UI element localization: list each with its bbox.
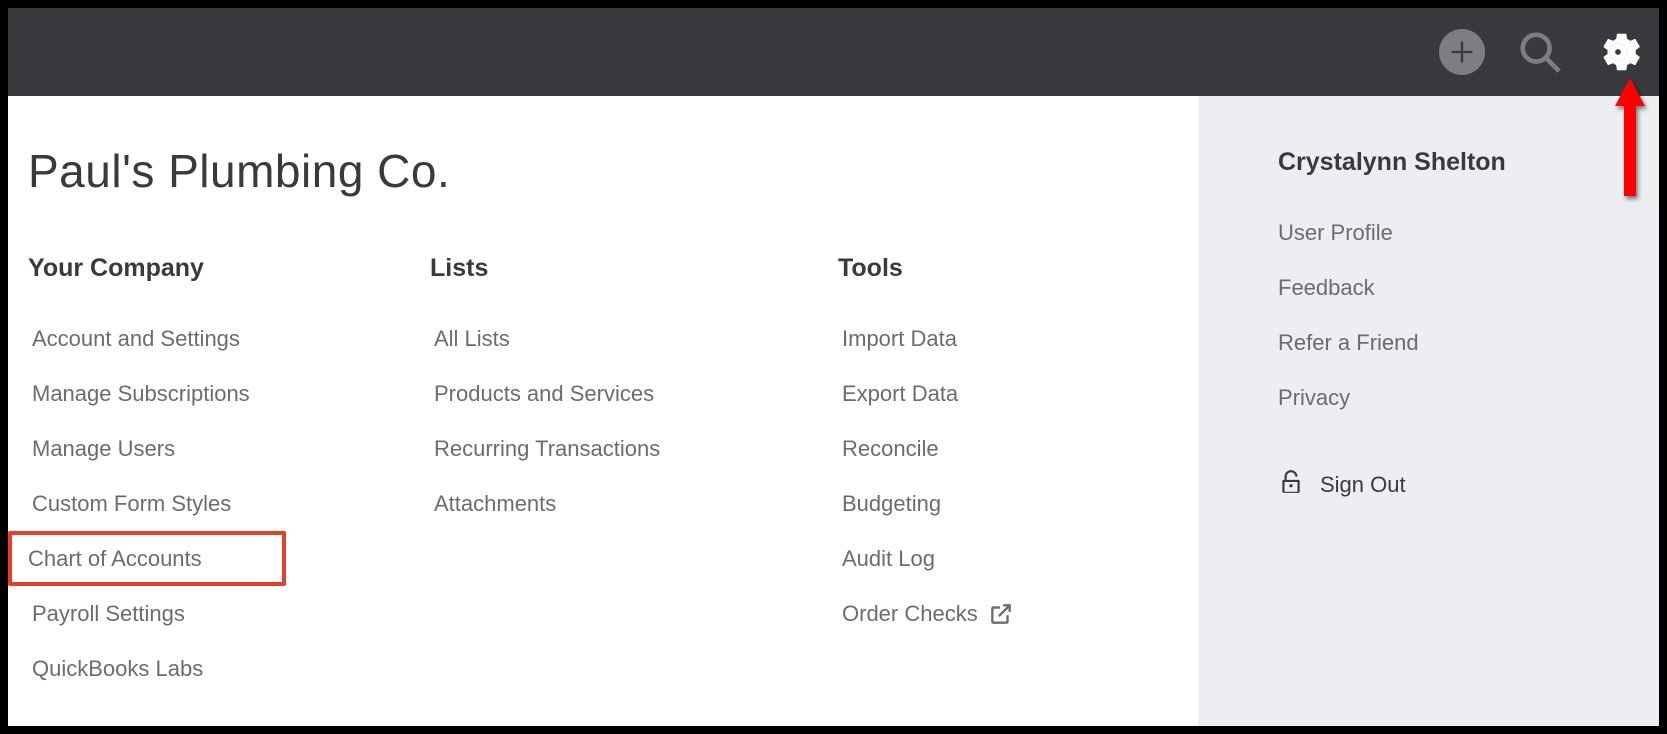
- menu-account-and-settings[interactable]: Account and Settings: [28, 311, 430, 366]
- menu-quickbooks-labs[interactable]: QuickBooks Labs: [28, 641, 430, 696]
- column-heading-tools: Tools: [838, 254, 1198, 283]
- lock-icon: [1278, 467, 1304, 502]
- menu-manage-users[interactable]: Manage Users: [28, 421, 430, 476]
- menu-recurring-transactions[interactable]: Recurring Transactions: [430, 421, 838, 476]
- search-button[interactable]: [1515, 27, 1565, 77]
- column-your-company: Your Company Account and Settings Manage…: [28, 254, 430, 696]
- menu-custom-form-styles[interactable]: Custom Form Styles: [28, 476, 430, 531]
- column-tools: Tools Import Data Export Data Reconcile …: [838, 254, 1198, 696]
- menu-reconcile[interactable]: Reconcile: [838, 421, 1198, 476]
- menu-import-data[interactable]: Import Data: [838, 311, 1198, 366]
- top-bar: [8, 8, 1659, 96]
- menu-payroll-settings[interactable]: Payroll Settings: [28, 586, 430, 641]
- menu-products-and-services[interactable]: Products and Services: [430, 366, 838, 421]
- company-title: Paul's Plumbing Co.: [28, 144, 1198, 198]
- menu-user-profile[interactable]: User Profile: [1278, 205, 1659, 260]
- menu-budgeting[interactable]: Budgeting: [838, 476, 1198, 531]
- column-heading-your-company: Your Company: [28, 254, 430, 283]
- gear-icon: [1595, 29, 1641, 75]
- menu-refer-a-friend[interactable]: Refer a Friend: [1278, 315, 1659, 370]
- menu-chart-of-accounts[interactable]: Chart of Accounts: [8, 531, 286, 586]
- menu-privacy[interactable]: Privacy: [1278, 370, 1659, 425]
- user-panel: Crystalynn Shelton User Profile Feedback…: [1198, 96, 1659, 726]
- menu-export-data[interactable]: Export Data: [838, 366, 1198, 421]
- search-icon: [1517, 29, 1563, 75]
- new-button[interactable]: [1437, 27, 1487, 77]
- plus-icon: [1439, 29, 1485, 75]
- menu-order-checks[interactable]: Order Checks: [838, 586, 1198, 641]
- menu-audit-log[interactable]: Audit Log: [838, 531, 1198, 586]
- menu-all-lists[interactable]: All Lists: [430, 311, 838, 366]
- user-name: Crystalynn Shelton: [1278, 148, 1659, 177]
- column-lists: Lists All Lists Products and Services Re…: [430, 254, 838, 696]
- settings-button[interactable]: [1593, 27, 1643, 77]
- sign-out-button[interactable]: Sign Out: [1278, 467, 1659, 502]
- column-heading-lists: Lists: [430, 254, 838, 283]
- external-link-icon: [988, 601, 1014, 627]
- settings-menu: Paul's Plumbing Co. Your Company Account…: [8, 96, 1198, 726]
- sign-out-label: Sign Out: [1320, 472, 1406, 498]
- menu-feedback[interactable]: Feedback: [1278, 260, 1659, 315]
- menu-manage-subscriptions[interactable]: Manage Subscriptions: [28, 366, 430, 421]
- menu-attachments[interactable]: Attachments: [430, 476, 838, 531]
- menu-label: Order Checks: [842, 603, 978, 625]
